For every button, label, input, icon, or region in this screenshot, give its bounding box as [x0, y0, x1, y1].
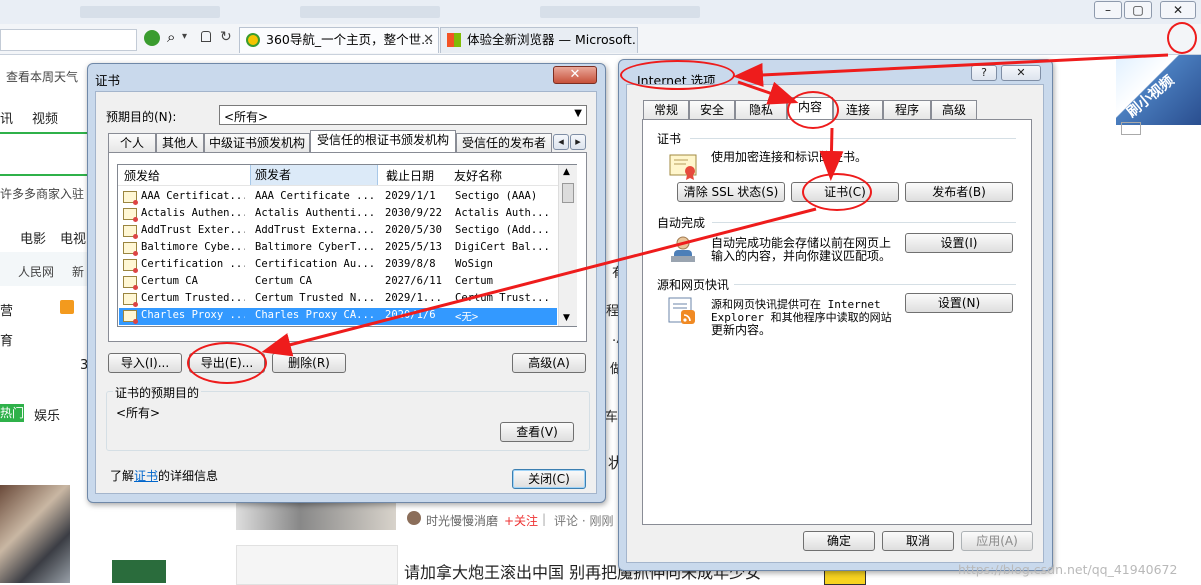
annotation-arrows — [261, 53, 1169, 357]
